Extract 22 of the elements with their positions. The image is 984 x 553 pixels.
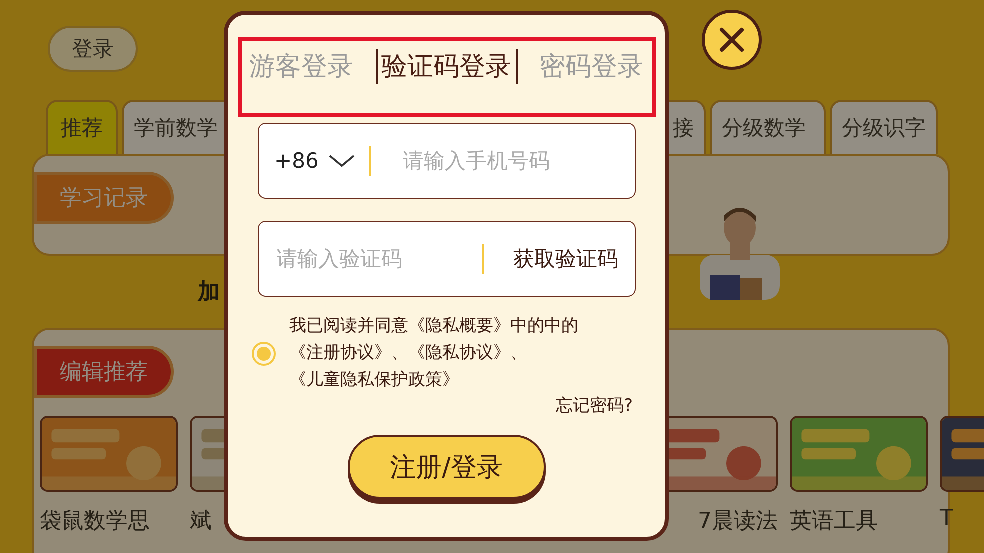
code-field[interactable]: 请输入验证码 获取验证码 [258, 221, 636, 297]
course-title: 袋鼠数学思 [40, 508, 151, 536]
close-icon [719, 27, 745, 53]
agreement-text: 我已阅读并同意《隐私概要》中的中的 《注册协议》、《隐私协议》、 《儿童隐私保护政策》 [290, 315, 578, 392]
get-code-button[interactable]: 获取验证码 [514, 245, 618, 273]
category-tab[interactable]: 推荐 [46, 100, 118, 154]
login-tab[interactable]: 密码登录 [536, 49, 648, 84]
course-title: 斌 [190, 508, 213, 536]
country-code-select[interactable]: +86 [274, 149, 355, 173]
login-button[interactable]: 登录 [48, 26, 138, 72]
category-tab[interactable]: 分级数学 [710, 100, 826, 154]
login-tab[interactable]: 验证码登录 [376, 49, 518, 84]
category-tab[interactable]: 分级识字 [830, 100, 938, 154]
course-title: 7晨读法 [697, 508, 778, 536]
agree-radio[interactable] [252, 342, 276, 366]
phone-field[interactable]: +86 请输入手机号码 [258, 123, 636, 199]
chevron-down-icon [328, 154, 355, 168]
promo-text: 加 [198, 279, 220, 307]
forgot-password-link[interactable]: 忘记密码? [556, 394, 633, 417]
course-title: 英语工具 [790, 508, 879, 536]
login-tab[interactable]: 游客登录 [246, 49, 358, 84]
recommend-label: 编辑推荐 [34, 346, 174, 398]
